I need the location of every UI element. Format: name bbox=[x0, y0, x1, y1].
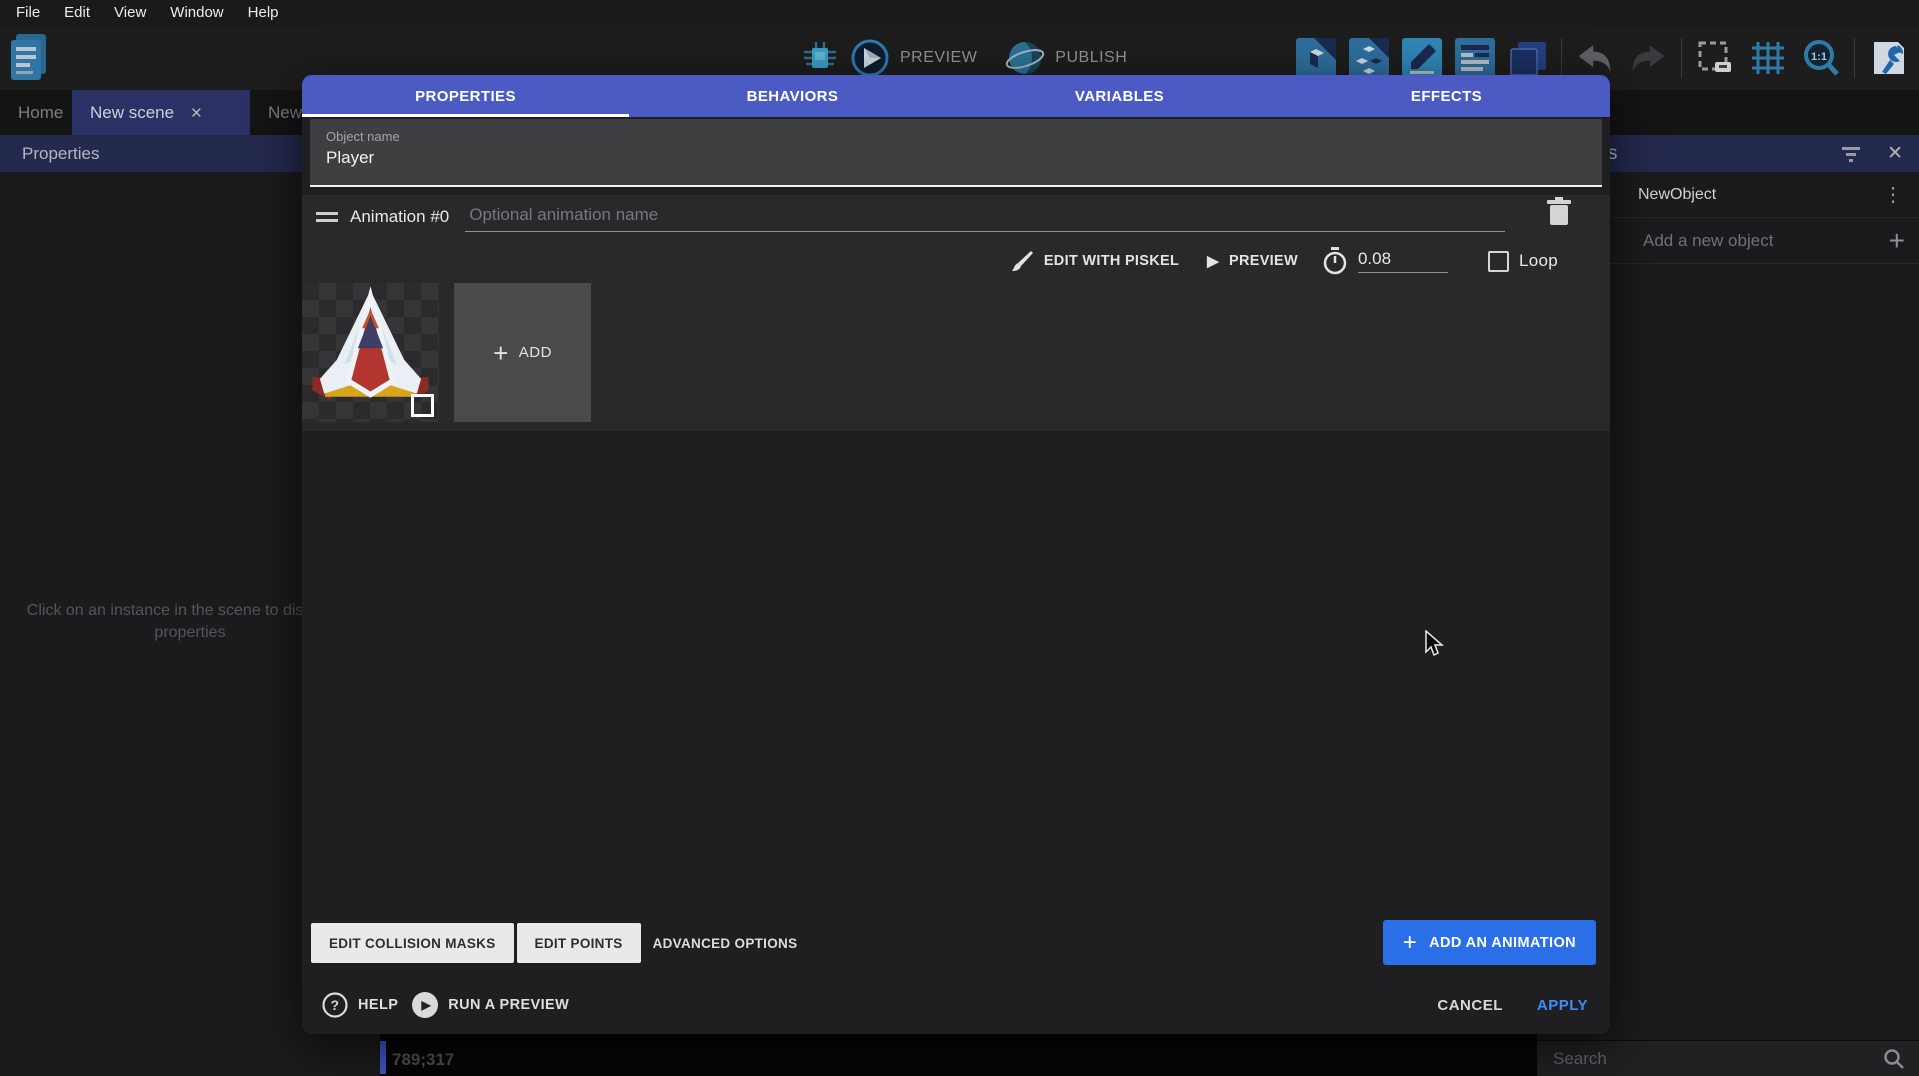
add-new-object-label: Add a new object bbox=[1643, 231, 1773, 251]
edit-collision-masks-button[interactable]: EDIT COLLISION MASKS bbox=[311, 923, 514, 963]
add-animation-label: ADD AN ANIMATION bbox=[1429, 935, 1576, 951]
preview-animation-button[interactable]: ▶ PREVIEW bbox=[1207, 252, 1298, 270]
debugger-icon[interactable] bbox=[800, 38, 840, 78]
cursor-coordinates: 789;317 bbox=[392, 1050, 454, 1070]
preview-button[interactable]: PREVIEW bbox=[900, 49, 977, 67]
tab-new-label: New bbox=[268, 103, 302, 123]
preview-play-icon[interactable] bbox=[850, 38, 890, 78]
zoom-1-1-icon[interactable]: 1:1 bbox=[1801, 38, 1841, 78]
search-input[interactable] bbox=[1537, 1049, 1883, 1069]
canvas-scroll-indicator bbox=[380, 1041, 386, 1074]
undo-icon[interactable] bbox=[1575, 38, 1615, 78]
stopwatch-icon bbox=[1322, 247, 1348, 275]
time-between-frames-field bbox=[1322, 247, 1448, 275]
object-menu-icon[interactable]: ⋮ bbox=[1883, 182, 1903, 207]
menu-file[interactable]: File bbox=[4, 0, 52, 26]
svg-text:?: ? bbox=[331, 997, 340, 1013]
dialog-tab-bar: PROPERTIES BEHAVIORS VARIABLES EFFECTS bbox=[302, 75, 1610, 117]
object-name-field-label: Object name bbox=[326, 129, 1602, 144]
object-editor-dialog: PROPERTIES BEHAVIORS VARIABLES EFFECTS O… bbox=[302, 75, 1610, 1034]
dialog-tab-behaviors[interactable]: BEHAVIORS bbox=[629, 75, 956, 117]
advanced-options-button[interactable]: ADVANCED OPTIONS bbox=[653, 936, 798, 951]
menu-bar: File Edit View Window Help bbox=[0, 0, 1919, 26]
events-editor-icon[interactable] bbox=[1455, 38, 1495, 78]
edit-points-button[interactable]: EDIT POINTS bbox=[517, 923, 641, 963]
layers-icon[interactable] bbox=[1508, 38, 1548, 78]
delete-animation-trash-icon[interactable] bbox=[1546, 197, 1572, 227]
animation-drag-handle-icon[interactable] bbox=[316, 212, 338, 222]
add-frame-label: ADD bbox=[519, 344, 552, 361]
apply-button[interactable]: APPLY bbox=[1537, 997, 1588, 1014]
tab-new-scene-label: New scene bbox=[90, 103, 174, 123]
active-tab-indicator bbox=[302, 114, 629, 117]
run-preview-play-icon: ▶ bbox=[412, 992, 438, 1018]
help-question-icon: ? bbox=[322, 992, 348, 1018]
edit-with-piskel-button[interactable]: EDIT WITH PISKEL bbox=[1010, 249, 1179, 273]
close-panel-icon[interactable]: ✕ bbox=[1887, 142, 1903, 165]
time-between-frames-input[interactable] bbox=[1358, 249, 1448, 273]
grid-icon[interactable] bbox=[1748, 38, 1788, 78]
tab-home-label: Home bbox=[18, 103, 63, 123]
menu-help[interactable]: Help bbox=[236, 0, 291, 26]
publish-planet-icon[interactable] bbox=[1005, 38, 1045, 78]
gdevelop-window: File Edit View Window Help bbox=[0, 0, 1919, 1076]
redo-icon[interactable] bbox=[1628, 38, 1668, 78]
add-frame-button[interactable]: + ADD bbox=[454, 283, 591, 422]
run-a-preview-button[interactable]: ▶ RUN A PREVIEW bbox=[412, 992, 569, 1018]
publish-button[interactable]: PUBLISH bbox=[1055, 49, 1127, 67]
edit-with-piskel-label: EDIT WITH PISKEL bbox=[1044, 253, 1179, 269]
cancel-button[interactable]: CANCEL bbox=[1437, 997, 1503, 1014]
project-manager-icon[interactable] bbox=[8, 32, 50, 82]
dialog-tab-variables[interactable]: VARIABLES bbox=[956, 75, 1283, 117]
object-groups-icon[interactable] bbox=[1349, 38, 1389, 78]
tab-new-scene[interactable]: New scene ✕ bbox=[72, 90, 250, 135]
object-name-label: NewObject bbox=[1638, 186, 1716, 204]
animation-frame-thumbnail[interactable] bbox=[302, 283, 439, 422]
object-name-card: Object name bbox=[310, 119, 1602, 187]
object-name-input[interactable] bbox=[326, 148, 1566, 168]
toolbar-divider bbox=[1681, 38, 1682, 78]
loop-toggle[interactable]: Loop bbox=[1488, 251, 1558, 272]
add-object-plus-icon[interactable]: + bbox=[1889, 225, 1905, 257]
run-preview-label: RUN A PREVIEW bbox=[448, 997, 569, 1013]
dialog-footer-tools: EDIT COLLISION MASKS EDIT POINTS ADVANCE… bbox=[302, 920, 1610, 966]
dialog-tab-properties[interactable]: PROPERTIES bbox=[302, 75, 629, 117]
mouse-cursor bbox=[1424, 630, 1444, 658]
frame-select-checkbox[interactable] bbox=[411, 394, 434, 417]
objects-search-bar bbox=[1537, 1040, 1919, 1076]
svg-text:1:1: 1:1 bbox=[1811, 51, 1827, 63]
objects-editor-icon[interactable] bbox=[1296, 38, 1336, 78]
tab-home[interactable]: Home bbox=[0, 90, 72, 135]
preview-animation-label: PREVIEW bbox=[1229, 253, 1298, 269]
loop-label: Loop bbox=[1519, 251, 1558, 271]
toolbar-divider bbox=[1561, 38, 1562, 78]
menu-window[interactable]: Window bbox=[158, 0, 235, 26]
filter-icon[interactable] bbox=[1841, 145, 1861, 163]
help-button[interactable]: ? HELP bbox=[322, 992, 398, 1018]
scene-settings-wrench-icon[interactable] bbox=[1868, 38, 1908, 78]
menu-view[interactable]: View bbox=[102, 0, 158, 26]
loop-checkbox[interactable] bbox=[1488, 251, 1509, 272]
help-label: HELP bbox=[358, 997, 398, 1013]
edit-scene-icon[interactable] bbox=[1402, 38, 1442, 78]
animation-title: Animation #0 bbox=[350, 207, 449, 227]
animation-name-input[interactable] bbox=[465, 203, 1505, 232]
animation-section: Animation #0 EDIT WITH PISKEL bbox=[302, 195, 1610, 431]
add-an-animation-button[interactable]: + ADD AN ANIMATION bbox=[1383, 920, 1596, 965]
play-icon: ▶ bbox=[1207, 252, 1219, 270]
menu-edit[interactable]: Edit bbox=[52, 0, 102, 26]
properties-panel-title: Properties bbox=[22, 144, 99, 164]
dialog-action-bar: ? HELP ▶ RUN A PREVIEW CANCEL APPLY bbox=[302, 976, 1610, 1034]
dialog-tab-effects[interactable]: EFFECTS bbox=[1283, 75, 1610, 117]
tab-close-icon[interactable]: ✕ bbox=[190, 104, 203, 122]
toolbar-divider bbox=[1854, 38, 1855, 78]
delete-mask-icon[interactable] bbox=[1695, 38, 1735, 78]
brush-icon bbox=[1010, 249, 1034, 273]
search-icon bbox=[1883, 1048, 1905, 1070]
